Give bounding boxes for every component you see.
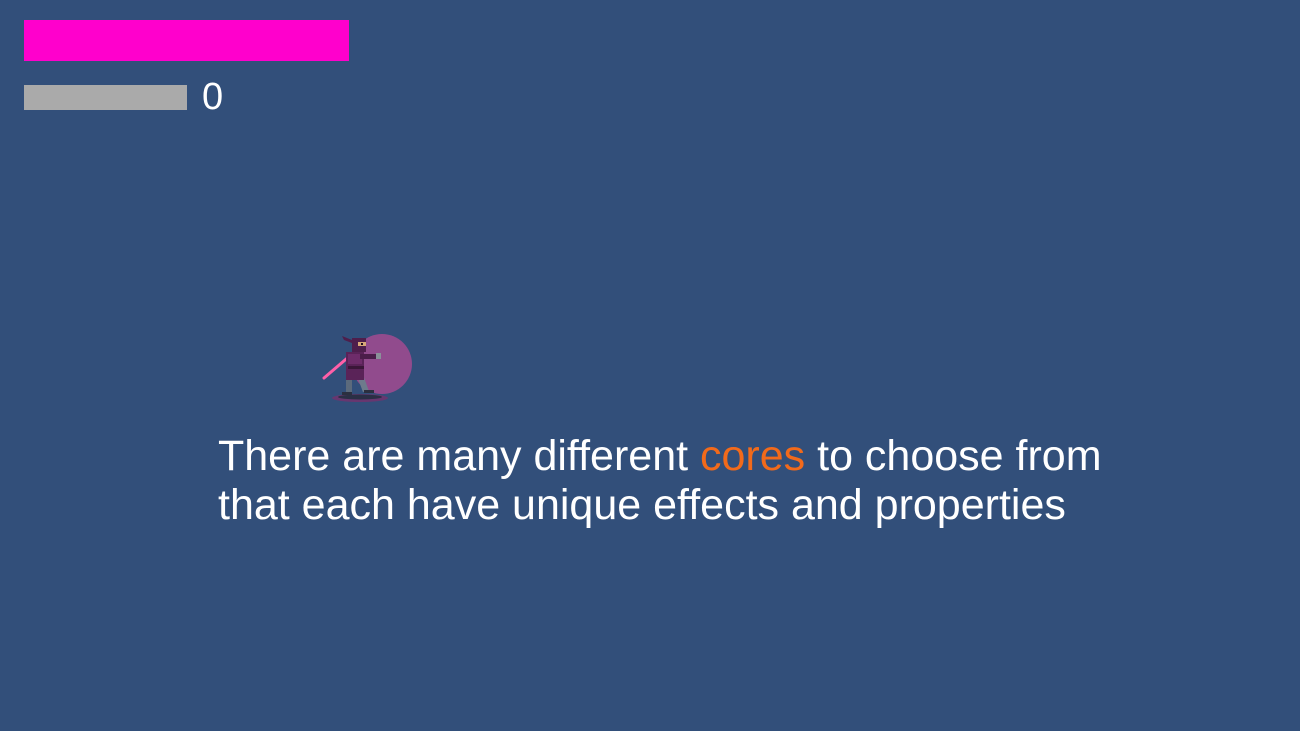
leg-back (346, 378, 352, 394)
tutorial-line-1: There are many different cores to choose… (218, 432, 1258, 481)
player-character (318, 326, 418, 406)
belt (348, 366, 364, 369)
tutorial-line-1-end: to choose from (805, 432, 1102, 480)
experience-bar (24, 85, 187, 110)
experience-bar-fill (24, 85, 187, 110)
ground-shadow-inner (338, 394, 382, 400)
headband (342, 336, 352, 343)
tutorial-line-1-start: There are many different (218, 432, 701, 480)
tutorial-message: There are many different cores to choose… (218, 432, 1258, 530)
tutorial-line-2: that each have unique effects and proper… (218, 481, 1066, 529)
tutorial-highlight-word: cores (700, 432, 806, 480)
ninja-icon (322, 334, 412, 402)
health-bar (24, 20, 349, 61)
score-counter: 0 (202, 76, 224, 118)
health-bar-fill (24, 20, 349, 61)
arm (360, 354, 378, 359)
